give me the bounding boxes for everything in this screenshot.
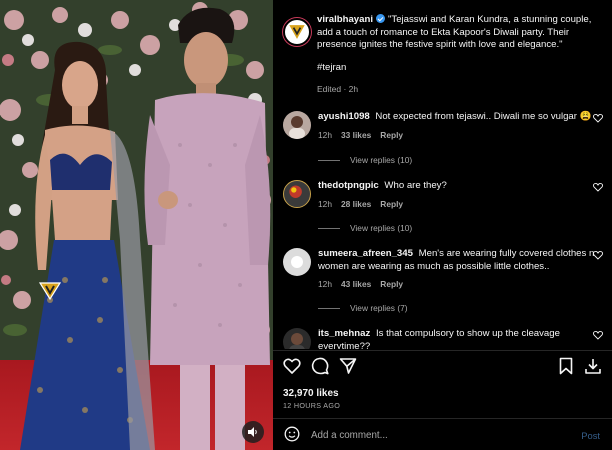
caption-edited-time: Edited · 2h bbox=[317, 84, 359, 95]
comment-item: ayushi1098 Not expected from tejaswi.. D… bbox=[283, 111, 603, 140]
post-media[interactable] bbox=[0, 0, 273, 450]
commenter-avatar[interactable] bbox=[283, 111, 311, 139]
speaker-icon bbox=[248, 427, 257, 437]
view-replies-toggle[interactable]: View replies (10) bbox=[318, 155, 412, 165]
like-count[interactable]: 32,970 likes bbox=[283, 388, 339, 399]
mute-button[interactable] bbox=[242, 421, 264, 443]
reply-button[interactable]: Reply bbox=[380, 279, 403, 289]
reply-button[interactable]: Reply bbox=[380, 130, 403, 140]
caption-hashtag[interactable]: #tejran bbox=[317, 62, 603, 75]
actions-divider bbox=[273, 350, 612, 351]
viral-bhayani-logo bbox=[289, 25, 305, 39]
comment-like-heart-icon[interactable] bbox=[593, 250, 603, 260]
comment-item: thedotpngpic Who are they? 12h 28 likes Re… bbox=[283, 180, 603, 209]
comment-icon[interactable] bbox=[311, 357, 329, 375]
comment-time: 12h bbox=[318, 279, 332, 290]
comment-like-heart-icon[interactable] bbox=[593, 182, 603, 192]
commenter-avatar[interactable] bbox=[283, 180, 311, 208]
comment-likes[interactable]: 43 likes bbox=[341, 279, 371, 289]
verified-badge-icon bbox=[376, 14, 385, 23]
replies-divider-line bbox=[318, 307, 340, 309]
post-caption: viralbhayani "Tejasswi and Karan Kundra, … bbox=[283, 14, 603, 96]
comment-item: its_mehnaz Is that compulsory to show up… bbox=[283, 328, 603, 349]
comment-likes[interactable]: 33 likes bbox=[341, 130, 371, 140]
comment-input[interactable] bbox=[311, 426, 551, 444]
reply-button[interactable]: Reply bbox=[380, 199, 403, 209]
comment-like-heart-icon[interactable] bbox=[593, 113, 603, 123]
bookmark-icon[interactable] bbox=[557, 357, 575, 375]
emoji-icon[interactable] bbox=[284, 426, 300, 442]
author-avatar[interactable] bbox=[283, 18, 311, 46]
comment-time: 12h bbox=[318, 198, 332, 209]
view-replies-label: View replies (10) bbox=[350, 155, 413, 165]
commenter-avatar[interactable] bbox=[283, 328, 311, 349]
comment-like-heart-icon[interactable] bbox=[593, 330, 603, 340]
heart-icon[interactable] bbox=[283, 357, 301, 375]
comment-text: Not expected from tejaswi.. Diwali me so… bbox=[375, 111, 592, 122]
comment-username[interactable]: sumeera_afreen_345 bbox=[318, 248, 413, 259]
comment-item: sumeera_afreen_345 Men's are wearing ful… bbox=[283, 248, 603, 289]
post-comment-button[interactable]: Post bbox=[581, 430, 600, 441]
comment-text: Who are they? bbox=[384, 180, 447, 191]
post-details-panel: viralbhayani "Tejasswi and Karan Kundra, … bbox=[273, 0, 612, 450]
person-man bbox=[144, 7, 271, 450]
post-action-bar bbox=[283, 357, 603, 379]
comment-username[interactable]: ayushi1098 bbox=[318, 111, 370, 122]
composer-divider bbox=[273, 418, 612, 419]
commenter-avatar[interactable] bbox=[283, 248, 311, 276]
author-username[interactable]: viralbhayani bbox=[317, 14, 373, 25]
replies-divider-line bbox=[318, 159, 340, 161]
view-replies-toggle[interactable]: View replies (7) bbox=[318, 303, 408, 313]
send-icon[interactable] bbox=[339, 357, 357, 375]
view-replies-label: View replies (7) bbox=[350, 303, 408, 313]
replies-divider-line bbox=[318, 227, 340, 229]
comment-likes[interactable]: 28 likes bbox=[341, 199, 371, 209]
watermark-logo bbox=[38, 282, 62, 301]
person-woman bbox=[20, 41, 155, 450]
comment-username[interactable]: its_mehnaz bbox=[318, 328, 370, 339]
view-replies-toggle[interactable]: View replies (10) bbox=[318, 223, 412, 233]
comment-composer: Post bbox=[273, 420, 612, 450]
view-replies-label: View replies (10) bbox=[350, 223, 413, 233]
post-timestamp: 12 HOURS AGO bbox=[283, 401, 341, 410]
download-icon[interactable] bbox=[584, 357, 602, 375]
comment-time: 12h bbox=[318, 129, 332, 140]
comment-username[interactable]: thedotpngpic bbox=[318, 180, 379, 191]
